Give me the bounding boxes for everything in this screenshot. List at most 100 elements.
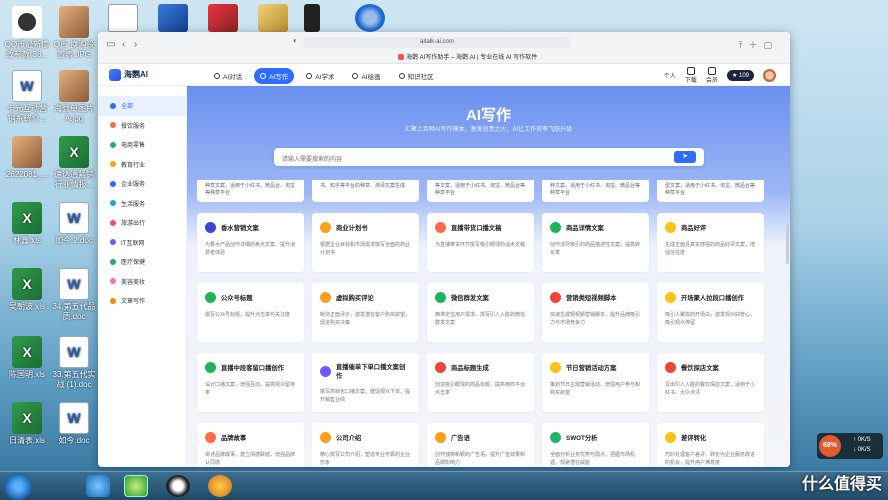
sidebar-item-label: 餐饮服务 [121, 123, 146, 130]
template-card-partial[interactable]: 书、知乎等平台的种草、测评文案生成 [312, 180, 419, 202]
desktop-icon-doc[interactable] [108, 4, 138, 32]
nav-tab-1[interactable]: AI写作 [254, 68, 295, 84]
sidebar-item-7[interactable]: IT互联网 [98, 233, 186, 253]
template-card[interactable]: 差评转化 巧妙处理客户差评，转化为企业服务改进的机会，提升用户满意度 [657, 423, 764, 467]
active-tab[interactable]: 海鹦 AI写作助手 – 海鹦 AI | 专业在线 AI 写作软件 [398, 52, 537, 61]
template-card-partial[interactable]: 种文案，适用于小红书、淘宝、微品台等种草平台 [542, 180, 649, 202]
desktop-icon-label: 如今.doc [58, 436, 90, 445]
template-card[interactable]: 商品标题生成 创造吸引眼球的商品标题，提高电商平台点击率 [427, 353, 534, 412]
card-description: 设计口播文案，增强互动，提高观众留存率 [205, 382, 296, 396]
template-icon [205, 292, 216, 303]
template-card[interactable]: 节日营销活动方案 策划节日主题营销活动，增强用户参与和购买欲望 [542, 353, 649, 412]
nav-tab-0[interactable]: AI对话 [208, 68, 248, 84]
search-button[interactable]: ➤ [674, 151, 696, 163]
template-card-partial[interactable]: 型文案，适用于小红书、淘宝、微品台等种草平台 [657, 180, 764, 202]
sidebar-toggle-icon[interactable]: ▭ [106, 39, 115, 50]
logo-mark-icon [109, 69, 121, 81]
browser-chrome: ▭ ‹ › ◐ aitalk-ai.com 海鹦 AI写作助手 – 海鹦 AI … [98, 32, 790, 64]
template-icon [550, 432, 561, 443]
sidebar-item-9[interactable]: 美容美妆 [98, 272, 186, 292]
category-sidebar: 全部餐饮服务电商零售 教育行业 企业服务生活服务旅游出行 IT互联网医疗保健 美容美妆文… [98, 86, 187, 467]
sidebar-item-0[interactable]: 全部 [98, 96, 186, 116]
nav-tab-4[interactable]: 知识社区 [393, 68, 440, 84]
template-card[interactable]: SWOT分析 全面分析业务优势与弱点，把握市场机遇，规避潜在威胁 [542, 423, 649, 467]
template-card[interactable]: 微信群发文案 精准定位用户需求，撰写引人入胜的微信群发文案 [427, 283, 534, 342]
template-card[interactable]: 商业计划书 根据企业目标和市场需求撰写全面的商业计划书 [312, 213, 419, 272]
sidebar-item-10[interactable]: 文章写作 [98, 291, 186, 311]
template-card[interactable]: 虚拟购买评论 制造正面评价，激发潜在客户购买欲望，促进购买决策 [312, 283, 419, 342]
taskbar-browser-icon[interactable] [124, 475, 148, 497]
avatar[interactable] [763, 69, 776, 82]
template-card[interactable]: 商品好评 生成正面且真实感强的商品好评文案，增强信任度 [657, 213, 764, 272]
template-card[interactable]: 商品详情文案 创作详尽吸引的商品描述性文案，提高转化率 [542, 213, 649, 272]
desktop-icon-xls[interactable]: X 速达通紧销 行业情报... [45, 136, 103, 190]
desktop-icon-doc[interactable]: W 如今.doc [45, 402, 103, 446]
search-input[interactable] [274, 151, 654, 169]
desktop-icon-img[interactable]: Q币 换购设 置表.JPG [45, 6, 103, 60]
nav-tab-3[interactable]: AI绘画 [346, 68, 386, 84]
category-icon [110, 239, 116, 246]
template-card[interactable]: 品牌故事 讲述品牌故事，建立情感联结，增强品牌认同感 [197, 423, 304, 467]
sidebar-item-3[interactable]: 教育行业 [98, 155, 186, 175]
desktop-icon-doc[interactable]: W 34.第五代品 质.doc [45, 268, 103, 322]
desktop-icon-image[interactable] [208, 4, 238, 32]
desktop-icon-img[interactable]: 海登单图片 A.jpg [45, 70, 103, 124]
template-card[interactable]: 开场聚人拉段口播创作 吸引人聚拢的开场白，激发观众好奇心，吸引观众停留 [657, 283, 764, 342]
start-button[interactable] [4, 473, 32, 500]
card-description: 精准定位用户需求，撰写引人入胜的微信群发文案 [435, 312, 526, 326]
template-card[interactable]: 香水营销文案 为香水产品创作详细的卖点文案，提升消费者体验 [197, 213, 304, 272]
card-header: 商品好评 [665, 222, 756, 233]
browser-tools[interactable]: ⤒＋▢ [739, 38, 778, 51]
template-card[interactable]: 营销类短视频脚本 快速生成短视频营销脚本，提升品牌吸引力与市场竞争力 [542, 283, 649, 342]
download-link[interactable]: 下载 [685, 67, 697, 84]
scrollbar[interactable] [786, 224, 789, 264]
sidebar-item-4[interactable]: 企业服务 [98, 174, 186, 194]
sidebar-item-1[interactable]: 餐饮服务 [98, 116, 186, 136]
template-card[interactable]: 直播催单下单口播文案创作 撰写高转化口播文案，催促观众下单，提升销售业绩 [312, 353, 419, 412]
template-card[interactable]: 直播中段客留口播创作 设计口播文案，增强互动，提高观众留存率 [197, 353, 304, 412]
card-description: 讲述品牌故事，建立情感联结，增强品牌认同感 [205, 452, 296, 466]
card-header: 差评转化 [665, 432, 756, 443]
nav-tab-label: AI对话 [223, 74, 243, 81]
sidebar-item-2[interactable]: 电商零售 [98, 135, 186, 155]
desktop-icon-bird[interactable] [158, 4, 188, 32]
template-card-partial[interactable]: 等文案，适用于小红书、淘宝、微品台等种草平台 [427, 180, 534, 202]
forward-icon[interactable]: › [134, 39, 137, 50]
app-logo[interactable]: 海鹦AI [109, 69, 148, 81]
template-card[interactable]: 公众号标题 撰写公众号标题，提升点击率与关注度 [197, 283, 304, 342]
desktop-icon-folder[interactable] [258, 4, 288, 32]
template-card[interactable]: 直播带货口播文稿 为直播带货环节撰写吸引眼球的话术文稿 [427, 213, 534, 272]
template-card[interactable]: 广告语 创作独特新颖的广告语，提升广告效果和品牌影响力 [427, 423, 534, 467]
sidebar-item-5[interactable]: 生活服务 [98, 194, 186, 214]
ie-icon[interactable] [355, 4, 385, 32]
download-icon [686, 67, 695, 75]
back-icon[interactable]: ‹ [122, 39, 125, 50]
taskbar-bird-icon[interactable] [86, 475, 110, 497]
user-link[interactable]: 个人 [664, 71, 676, 80]
taskbar-game-icon[interactable] [208, 475, 232, 497]
xls-file-icon: X [12, 402, 42, 434]
desktop-icon-doc[interactable]: W 如今 2.doc [45, 202, 103, 246]
template-icon [320, 222, 331, 233]
nav-tab-icon [260, 73, 267, 79]
template-card-partial[interactable]: 种草文案，适用于小红书、微品台、淘宝等种草平台 [197, 180, 304, 202]
template-card[interactable]: 公司介绍 精心撰写公司介绍，塑造专业可靠的企业形象 [312, 423, 419, 467]
network-widget[interactable]: 68% ↑ 0K/S ↓ 0K/S [817, 433, 883, 459]
template-card[interactable]: 餐饮探店文案 写出引人入胜的餐饮探店文案，适用于小红书、大众点评 [657, 353, 764, 412]
template-icon [320, 365, 331, 377]
taskbar-qq-icon[interactable] [166, 475, 190, 497]
sidebar-item-6[interactable]: 旅游出行 [98, 213, 186, 233]
nav-tab-2[interactable]: AI学术 [300, 68, 340, 84]
card-header: 商品详情文案 [550, 222, 641, 233]
desktop-icon-phone[interactable] [304, 4, 320, 32]
points-badge[interactable]: ★ 109 [726, 70, 754, 81]
sidebar-item-label: 生活服务 [121, 201, 146, 208]
desktop-icon-doc[interactable]: W 33.第五代实 战 (1).doc [45, 336, 103, 390]
card-header: 直播带货口播文稿 [435, 222, 526, 233]
template-icon [435, 432, 446, 443]
address-bar[interactable]: aitalk-ai.com [303, 37, 571, 48]
sidebar-item-8[interactable]: 医疗保健 [98, 252, 186, 272]
vip-link[interactable]: 会员 [706, 67, 718, 84]
sidebar-item-label: IT互联网 [121, 240, 145, 247]
crown-icon [707, 67, 716, 75]
